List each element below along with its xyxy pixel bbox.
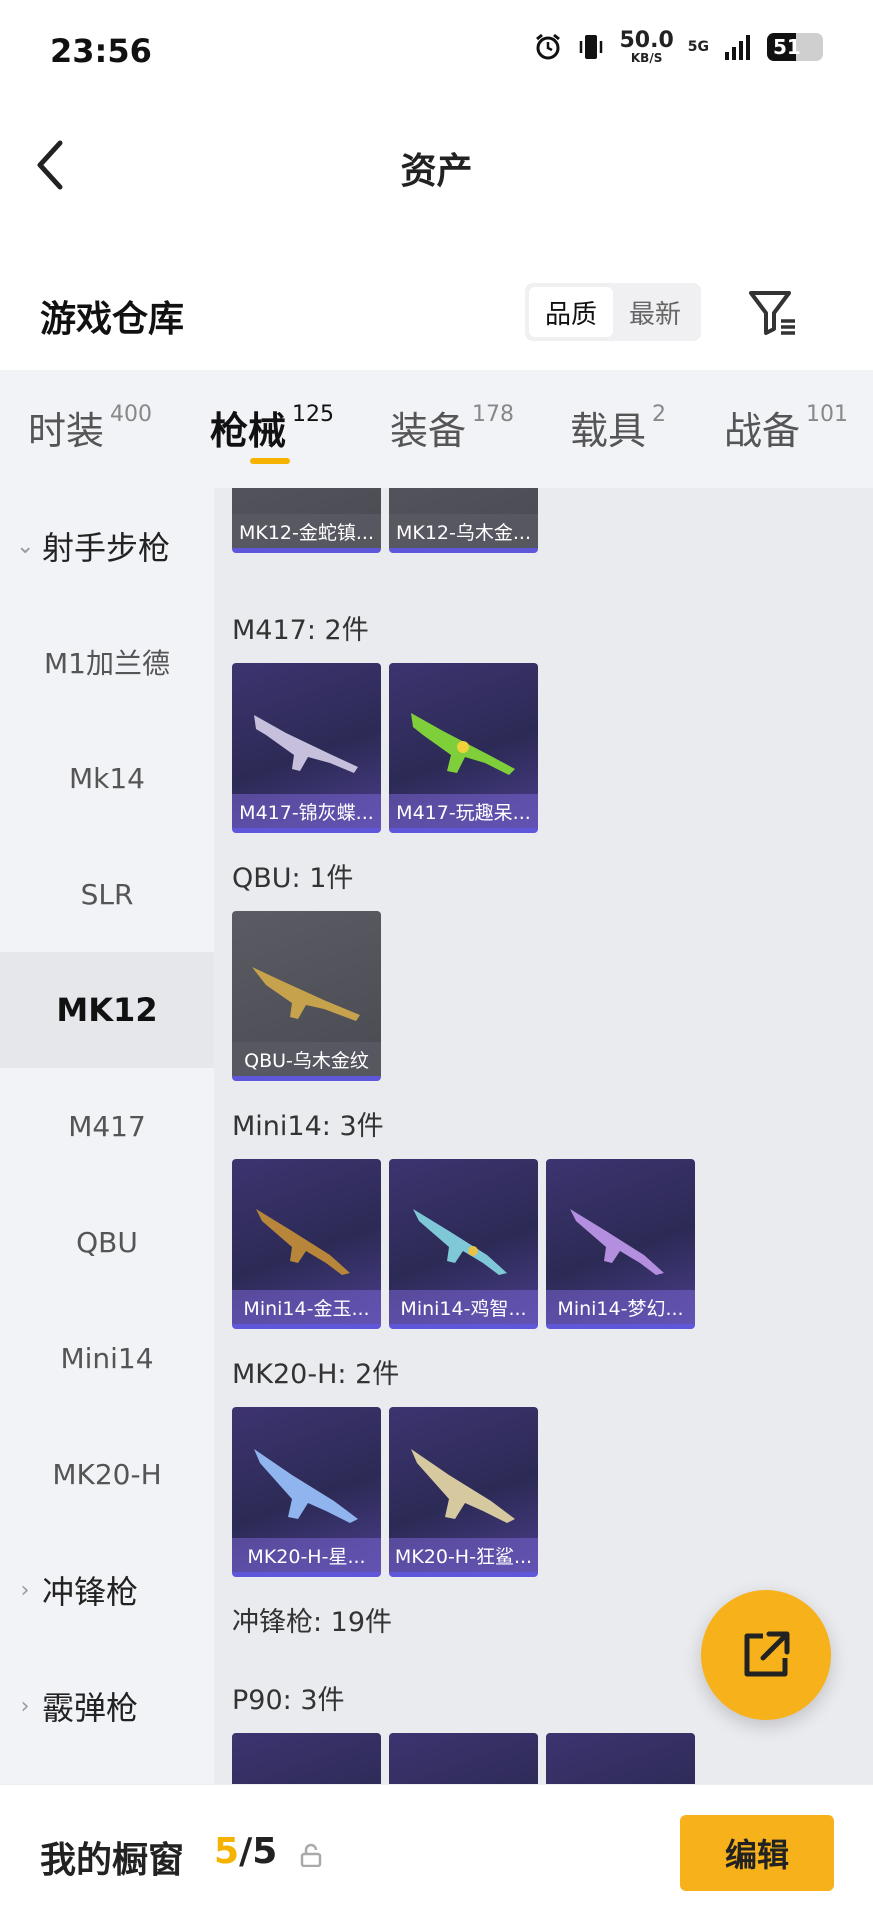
tab-vehicles[interactable]: 载具 2: [570, 400, 666, 455]
chevron-down-icon: ⌄: [16, 533, 35, 559]
sidebar-item-m417[interactable]: M417: [0, 1068, 214, 1184]
rifle-icon: [254, 1449, 358, 1523]
sidebar-item-slr[interactable]: SLR: [0, 836, 214, 952]
chevron-right-icon: ›: [20, 1693, 30, 1719]
group-title-mk20h: MK20-H: 2件: [232, 1359, 400, 1390]
net-speed: 50.0 KB/S: [619, 28, 674, 65]
edit-button[interactable]: 编辑: [680, 1815, 834, 1891]
chevron-right-icon: ›: [20, 1577, 30, 1603]
battery-icon: 51: [767, 33, 823, 61]
item-card[interactable]: MK12-金蛇镇...: [232, 488, 381, 553]
header: 资产: [0, 100, 873, 230]
sidebar-item-m1-garand[interactable]: M1加兰德: [0, 604, 214, 720]
smg-icon: [403, 1755, 523, 1784]
rifle-icon: [252, 967, 360, 1021]
item-card[interactable]: Mini14-梦幻...: [546, 1159, 695, 1329]
sidebar-item-mk12[interactable]: MK12: [0, 952, 214, 1068]
group-title-smg: 冲锋枪: 19件: [232, 1607, 393, 1638]
sidebar-group-shotgun[interactable]: › 霰弹枪: [0, 1648, 214, 1764]
item-card[interactable]: MK20-H-狂鲨...: [389, 1407, 538, 1577]
active-tab-indicator: [250, 458, 290, 464]
share-button[interactable]: [701, 1590, 831, 1720]
item-card[interactable]: MK20-H-星...: [232, 1407, 381, 1577]
category-tabs: 时装 400 枪械 125 装备 178 载具 2 战备 101: [0, 370, 873, 488]
sidebar-group-smg[interactable]: › 冲锋枪: [0, 1532, 214, 1648]
item-card[interactable]: [546, 1733, 695, 1784]
filter-icon[interactable]: [745, 285, 801, 341]
item-card[interactable]: M417-玩趣呆...: [389, 663, 538, 833]
showcase-label: 我的橱窗: [40, 1840, 185, 1881]
bottom-bar: 我的橱窗 5/5 编辑: [0, 1784, 873, 1920]
status-icons: 50.0 KB/S 5G 51: [533, 30, 823, 64]
smg-icon: [246, 1755, 366, 1784]
sidebar-item-mini14[interactable]: Mini14: [0, 1300, 214, 1416]
rifle-icon: [570, 1209, 664, 1275]
rifle-icon: [256, 1209, 350, 1275]
network-type: 5G: [687, 39, 709, 55]
item-card[interactable]: Mini14-鸡智...: [389, 1159, 538, 1329]
item-card[interactable]: [232, 1733, 381, 1784]
smg-icon: [560, 1755, 680, 1784]
item-card[interactable]: [389, 1733, 538, 1784]
title-row: 游戏仓库 品质 最新: [0, 270, 873, 360]
sidebar-item-qbu[interactable]: QBU: [0, 1184, 214, 1300]
tab-supplies[interactable]: 战备 101: [724, 400, 848, 455]
rifle-icon: [403, 488, 523, 505]
lock-icon: [300, 1843, 322, 1867]
status-time: 23:56: [50, 32, 152, 70]
sort-toggle: 品质 最新: [525, 283, 701, 341]
rifle-icon: [254, 715, 358, 773]
vibrate-icon: [580, 35, 603, 59]
item-card[interactable]: M417-锦灰蝶...: [232, 663, 381, 833]
item-card[interactable]: MK12-乌木金...: [389, 488, 538, 553]
sidebar-group-marksman[interactable]: ⌄ 射手步枪: [0, 488, 214, 604]
sidebar-item-mk14[interactable]: Mk14: [0, 720, 214, 836]
sidebar-item-mk20h[interactable]: MK20-H: [0, 1416, 214, 1532]
item-card[interactable]: QBU-乌木金纹: [232, 911, 381, 1081]
rifle-icon: [411, 713, 515, 775]
sort-option-quality[interactable]: 品质: [529, 287, 613, 337]
section-title: 游戏仓库: [40, 299, 185, 340]
tab-weapons[interactable]: 枪械 125: [210, 400, 334, 455]
item-card[interactable]: Mini14-金玉...: [232, 1159, 381, 1329]
page-title: 资产: [400, 151, 473, 192]
group-title-mini14: Mini14: 3件: [232, 1111, 384, 1142]
sort-option-newest[interactable]: 最新: [613, 287, 697, 337]
alarm-icon: [536, 33, 561, 60]
rifle-icon: [413, 1209, 507, 1275]
signal-icon: [725, 35, 750, 60]
rifle-icon: [411, 1449, 515, 1523]
group-title-qbu: QBU: 1件: [232, 863, 354, 894]
tab-fashion[interactable]: 时装 400: [28, 400, 152, 455]
group-title-m417: M417: 2件: [232, 615, 369, 646]
showcase-count: 5/5: [214, 1831, 278, 1872]
status-bar: 23:56 50.0 KB/S 5G 51: [0, 0, 873, 100]
sidebar: ⌄ 射手步枪 M1加兰德 Mk14 SLR MK12 M417 QBU Mini…: [0, 488, 214, 1784]
group-title-p90: P90: 3件: [232, 1685, 345, 1716]
share-external-icon: [744, 1631, 790, 1677]
tab-equipment[interactable]: 装备 178: [390, 400, 514, 455]
rifle-icon: [246, 488, 366, 505]
